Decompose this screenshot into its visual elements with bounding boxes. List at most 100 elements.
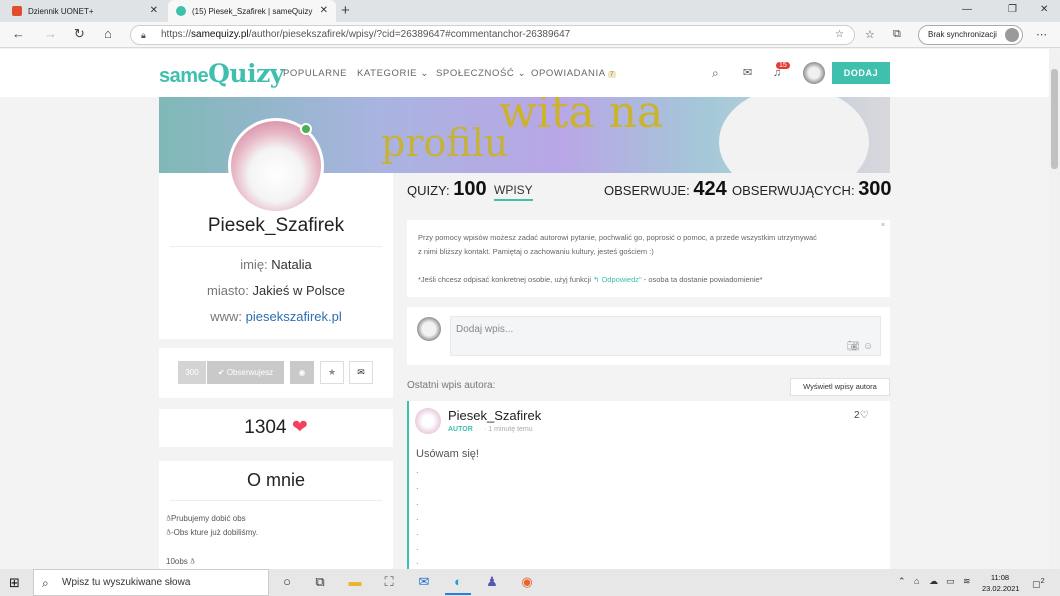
eye-icon[interactable]: ◉ <box>290 361 314 384</box>
tab-samequizy[interactable]: (15) Piesek_Szafirek | sameQuizy ✕ <box>168 0 336 22</box>
address-bar[interactable]: 🔒︎ https://samequizy.pl/author/pieseksza… <box>130 25 855 45</box>
active-app-indicator <box>445 593 471 595</box>
tray-chevron-icon[interactable]: ⌃ <box>898 576 906 587</box>
taskbar-search[interactable]: ⌕ Wpisz tu wyszukiwane słowa <box>33 569 269 596</box>
home-icon[interactable]: ⌂ <box>104 26 112 41</box>
minimize-button[interactable]: — <box>962 4 972 15</box>
post-text: Usówam się! <box>416 448 479 460</box>
online-status-dot <box>300 123 312 135</box>
maximize-button[interactable]: ❐ <box>1008 4 1017 15</box>
logo-quizy: Quizy <box>208 59 284 88</box>
observe-button[interactable]: ✔ Obserwujesz <box>207 361 284 384</box>
tray-battery-icon[interactable]: ▭ <box>946 576 955 587</box>
divider <box>170 500 382 501</box>
observers-count: 300 <box>178 361 206 384</box>
post-like-button[interactable]: 2♡ <box>854 410 869 421</box>
nav-kategorie[interactable]: KATEGORIE ⌄ <box>357 68 429 79</box>
tray-network-icon[interactable]: ⌂ <box>914 576 919 586</box>
tray-cloud-icon[interactable]: ☁ <box>929 576 938 587</box>
tab-dziennik[interactable]: Dziennik UONET+ ✕ <box>4 0 166 22</box>
star-icon[interactable]: ★ <box>320 361 344 384</box>
samequizy-logo[interactable]: sameQuizy <box>159 59 284 88</box>
info-box <box>407 220 890 297</box>
stat-obserwuje[interactable]: OBSERWUJE: 424 <box>604 178 727 201</box>
emoji-icon[interactable]: ☺ <box>863 341 873 352</box>
tray-wifi-icon[interactable]: ≋ <box>963 576 971 587</box>
nav-popularne[interactable]: POPULARNE <box>283 68 347 79</box>
logo-same: same <box>159 65 209 87</box>
sync-profile-button[interactable]: Brak synchronizacji <box>918 25 1023 45</box>
search-icon[interactable]: ⌕ <box>712 66 719 81</box>
tab-wpisy[interactable]: WPISY <box>494 183 533 201</box>
url-prefix: https:// <box>161 29 192 40</box>
close-info-icon[interactable]: × <box>881 222 885 229</box>
last-post-label: Ostatni wpis autora: <box>407 380 496 391</box>
mail-icon[interactable]: ✉ <box>743 66 752 79</box>
stat-obserwujacych[interactable]: OBSERWUJĄCYCH: 300 <box>732 178 892 201</box>
penguin-icon: 🐧︎ <box>190 557 195 566</box>
app-icon[interactable]: ◉ <box>517 572 537 592</box>
back-arrow-icon[interactable]: ← <box>12 26 25 41</box>
compose-post-input[interactable]: Dodaj wpis... <box>450 316 881 356</box>
banner-text-line2: profilu <box>381 121 509 165</box>
post-text-line: . <box>416 527 419 537</box>
post-text-line: . <box>416 497 419 507</box>
profile-avatar-icon <box>1005 28 1019 42</box>
opowiadania-count-badge: 7 <box>607 71 617 78</box>
post-text-line: . <box>416 465 419 475</box>
mail-app-icon[interactable]: ✉ <box>414 572 434 592</box>
heart-outline-icon: ♡ <box>859 410 869 421</box>
url-domain: samequizy.pl <box>191 29 249 40</box>
collections-icon[interactable]: ⧉ <box>893 28 901 41</box>
close-tab-icon[interactable]: ✕ <box>150 5 158 16</box>
refresh-icon[interactable]: ↻ <box>74 26 85 42</box>
user-avatar[interactable] <box>803 62 825 84</box>
post-text-line: . <box>416 512 419 522</box>
stat-quizy[interactable]: QUIZY: 100 <box>407 178 487 201</box>
profile-name-row: imię: Natalia <box>240 257 312 272</box>
post-time: · 1 minutę temu <box>484 426 533 433</box>
favorite-star-icon[interactable]: ☆ <box>835 26 844 44</box>
add-button[interactable]: DODAJ <box>832 62 890 84</box>
camera-icon[interactable]: 📷︎ <box>847 341 860 352</box>
forward-arrow-icon[interactable]: → <box>44 26 57 41</box>
post-author-name[interactable]: Piesek_Szafirek <box>448 408 541 423</box>
page-scrollbar[interactable] <box>1049 49 1060 569</box>
chevron-down-icon: ⌄ <box>517 68 527 79</box>
teams-icon[interactable]: ♟ <box>482 572 502 592</box>
info-text-line3: *Jeśli chcesz odpisać konkretnej osobie,… <box>418 275 763 284</box>
cortana-icon[interactable]: ○ <box>277 572 297 592</box>
favorites-icon[interactable]: ☆ <box>865 28 875 41</box>
more-menu-icon[interactable]: ⋯ <box>1036 28 1047 41</box>
chevron-down-icon: ⌄ <box>420 68 429 79</box>
file-explorer-icon[interactable]: ▬ <box>345 572 365 592</box>
tab-label: Dziennik UONET+ <box>28 6 94 16</box>
action-center-icon[interactable]: ▢2 <box>1032 576 1045 590</box>
close-tab-icon[interactable]: ✕ <box>320 5 328 16</box>
profile-www-link[interactable]: piesekszafirek.pl <box>246 309 342 324</box>
uonet-favicon-icon <box>12 6 22 16</box>
profile-username: Piesek_Szafirek <box>207 215 345 236</box>
edge-browser-icon[interactable]: ◐ <box>448 572 468 592</box>
task-view-icon[interactable]: ⧉ <box>310 572 330 592</box>
post-text-line: . <box>416 556 419 566</box>
divider <box>170 246 382 247</box>
new-tab-button[interactable]: + <box>341 2 350 19</box>
reply-function-link: ↰ Odpowiedz" <box>593 275 642 284</box>
post-author-avatar[interactable] <box>415 408 441 434</box>
taskbar-clock[interactable]: 11:08 23.02.2021 <box>982 572 1020 594</box>
message-icon[interactable]: ✉ <box>349 361 373 384</box>
close-window-button[interactable]: ✕ <box>1040 4 1048 15</box>
show-author-posts-button[interactable]: Wyświetl wpisy autora <box>790 378 890 396</box>
nav-spolecznosc[interactable]: SPOŁECZNOŚĆ ⌄ <box>436 68 526 79</box>
post-text-line: . <box>416 542 419 552</box>
composer-avatar <box>417 317 441 341</box>
windows-start-icon[interactable]: ⊞ <box>9 575 20 591</box>
about-line: 🐧︎Prubujemy dobić obs <box>166 514 246 523</box>
store-icon[interactable]: ⛶ <box>379 572 399 592</box>
nav-opowiadania[interactable]: OPOWIADANIA 7 <box>531 68 617 79</box>
info-text-line2: z nimi bliższy kontakt. Pamiętaj o zacho… <box>418 247 654 256</box>
info-text-line1: Przy pomocy wpisów możesz zadać autorowi… <box>418 233 817 242</box>
scrollbar-thumb[interactable] <box>1051 69 1058 169</box>
about-line: 🐧︎-Obs kture już dobiliśmy. <box>166 528 258 537</box>
